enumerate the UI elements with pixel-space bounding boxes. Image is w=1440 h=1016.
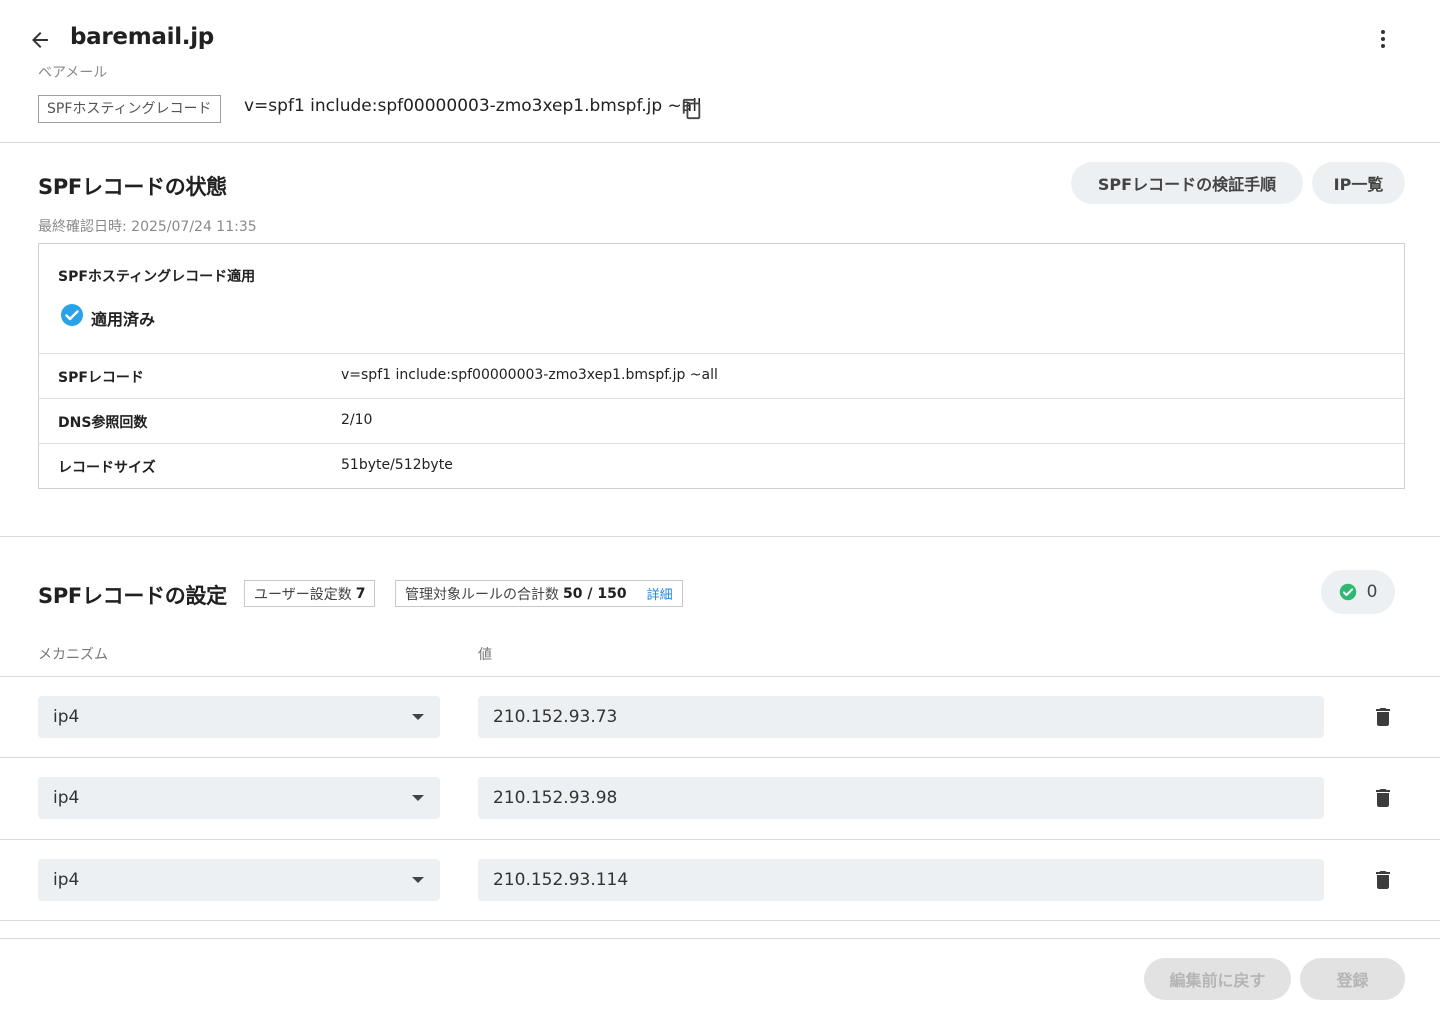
more-menu-button[interactable] [1366, 22, 1400, 56]
divider [39, 353, 1404, 354]
trash-icon [1376, 708, 1390, 726]
footer-divider [0, 938, 1440, 939]
user-count-chip: ユーザー設定数 7 [244, 580, 376, 607]
divider [0, 839, 1440, 840]
settings-section-title: SPFレコードの設定 [38, 584, 227, 608]
revert-button[interactable]: 編集前に戻す [1144, 958, 1291, 1000]
delete-row-button[interactable] [1371, 705, 1395, 729]
mechanism-selected: ip4 [53, 788, 80, 808]
value-input[interactable] [478, 859, 1324, 901]
back-button[interactable] [22, 22, 58, 58]
copy-button[interactable] [681, 98, 703, 120]
more-vertical-icon [1381, 30, 1385, 48]
value-column-header: 値 [478, 647, 492, 663]
detail-link[interactable]: 詳細 [647, 584, 673, 603]
divider [39, 398, 1404, 399]
rules-count-chip: 管理対象ルールの合計数 50 / 150 詳細 [395, 580, 683, 607]
divider [0, 142, 1440, 143]
domain-subtitle: ベアメール [38, 65, 108, 81]
ip-list-button[interactable]: IP一覧 [1312, 162, 1405, 204]
arrow-left-icon [32, 32, 48, 48]
spf-hosting-tag: SPFホスティングレコード [38, 95, 221, 123]
trash-icon [1376, 871, 1390, 889]
delete-row-button[interactable] [1371, 786, 1395, 810]
copy-icon [682, 98, 701, 120]
dns-lookup-label: DNS参照回数 [58, 415, 148, 431]
register-button[interactable]: 登録 [1300, 958, 1405, 1000]
status-panel: SPFホスティングレコード適用 適用済み SPFレコード v=spf1 incl… [38, 243, 1405, 489]
trash-icon [1376, 789, 1390, 807]
rules-count-value: 50 / 150 [563, 585, 627, 602]
divider [0, 676, 1440, 677]
dropdown-caret-icon [412, 714, 424, 720]
mechanism-selected: ip4 [53, 870, 80, 890]
record-size-label: レコードサイズ [58, 460, 156, 476]
mechanism-select[interactable]: ip4 [38, 859, 440, 901]
last-checked-time: 最終確認日時: 2025/07/24 11:35 [38, 219, 257, 235]
value-input[interactable] [478, 777, 1324, 819]
dropdown-caret-icon [412, 795, 424, 801]
mechanism-selected: ip4 [53, 707, 80, 727]
divider [0, 536, 1440, 537]
dns-lookup-value: 2/10 [341, 412, 373, 428]
check-circle-icon [60, 303, 84, 331]
ok-count-badge: 0 [1321, 570, 1395, 614]
page-title: baremail.jp [70, 24, 214, 50]
dropdown-caret-icon [412, 877, 424, 883]
spf-record-text: v=spf1 include:spf00000003-zmo3xep1.bmsp… [244, 96, 702, 116]
divider [39, 443, 1404, 444]
spf-record-label: SPFレコード [58, 370, 144, 386]
value-input[interactable] [478, 696, 1324, 738]
spf-record-value: v=spf1 include:spf00000003-zmo3xep1.bmsp… [341, 367, 718, 383]
ok-count-value: 0 [1366, 582, 1378, 602]
status-section-title: SPFレコードの状態 [38, 175, 227, 199]
mechanism-select[interactable]: ip4 [38, 696, 440, 738]
user-count-label: ユーザー設定数 [254, 586, 352, 603]
hosting-applied-label: SPFホスティングレコード適用 [58, 269, 256, 285]
delete-row-button[interactable] [1371, 868, 1395, 892]
record-size-value: 51byte/512byte [341, 457, 453, 473]
mechanism-select[interactable]: ip4 [38, 777, 440, 819]
verify-procedure-button[interactable]: SPFレコードの検証手順 [1071, 162, 1303, 204]
user-count-value: 7 [355, 585, 366, 602]
rules-count-label: 管理対象ルールの合計数 [405, 586, 559, 603]
mechanism-column-header: メカニズム [38, 647, 108, 663]
check-circle-icon [1339, 583, 1356, 601]
divider [0, 757, 1440, 758]
divider [0, 920, 1440, 921]
applied-status: 適用済み [91, 310, 156, 329]
